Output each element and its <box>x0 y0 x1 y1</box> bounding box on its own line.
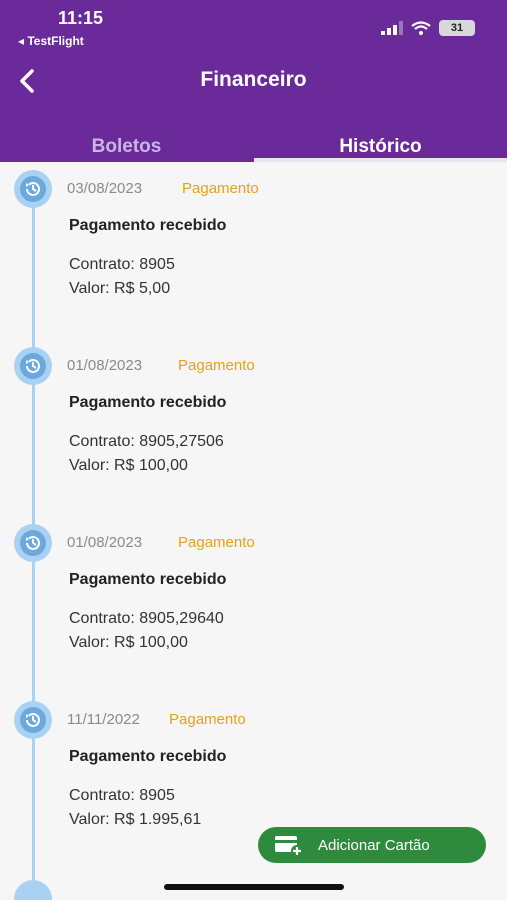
signal-icon <box>381 21 403 35</box>
entry-heading: Pagamento recebido <box>69 394 227 411</box>
entry-contrato: Contrato: 8905 <box>69 256 175 273</box>
timeline-entry: 01/08/2023 Pagamento Pagamento recebido … <box>0 347 507 507</box>
entry-contrato: Contrato: 8905 <box>69 787 175 804</box>
entry-contrato: Contrato: 8905,29640 <box>69 610 224 627</box>
tab-boletos[interactable]: Boletos <box>0 136 253 158</box>
wifi-icon <box>411 21 431 35</box>
entry-type: Pagamento <box>178 357 255 374</box>
entry-valor: Valor: R$ 100,00 <box>69 634 188 651</box>
entry-valor: Valor: R$ 5,00 <box>69 280 171 297</box>
entry-date: 01/08/2023 <box>67 534 143 551</box>
battery-icon: 31 <box>439 20 475 36</box>
history-icon <box>14 347 52 385</box>
entry-heading: Pagamento recebido <box>69 217 227 234</box>
timeline-entry: 03/08/2023 Pagamento Pagamento recebido … <box>0 170 507 330</box>
home-indicator <box>164 884 344 890</box>
history-icon <box>14 880 52 900</box>
testflight-back-link[interactable]: ◂ TestFlight <box>18 34 84 48</box>
history-icon <box>14 524 52 562</box>
entry-heading: Pagamento recebido <box>69 748 227 765</box>
entry-type: Pagamento <box>169 711 246 728</box>
page-title: Financeiro <box>200 68 307 91</box>
app-header: 11:15 ◂ TestFlight 31 Financeiro Boletos… <box>0 0 507 162</box>
entry-contrato: Contrato: 8905,27506 <box>69 433 224 450</box>
status-icons: 31 <box>381 20 475 36</box>
add-card-button[interactable]: Adicionar Cartão <box>258 827 486 863</box>
entry-valor: Valor: R$ 1.995,61 <box>69 811 202 828</box>
tab-historico[interactable]: Histórico <box>254 136 507 158</box>
tab-selected-indicator <box>254 158 507 162</box>
add-card-label: Adicionar Cartão <box>318 836 430 854</box>
entry-type: Pagamento <box>178 534 255 551</box>
entry-date: 01/08/2023 <box>67 357 143 374</box>
entry-date: 03/08/2023 <box>67 180 143 197</box>
timeline-entry: 01/08/2023 Pagamento Pagamento recebido … <box>0 524 507 684</box>
status-time: 11:15 <box>58 8 104 28</box>
entry-date: 11/11/2022 <box>67 711 140 728</box>
history-icon <box>14 170 52 208</box>
history-icon <box>14 701 52 739</box>
entry-valor: Valor: R$ 100,00 <box>69 457 188 474</box>
entry-heading: Pagamento recebido <box>69 571 227 588</box>
add-card-icon <box>275 836 303 857</box>
entry-type: Pagamento <box>182 180 259 197</box>
